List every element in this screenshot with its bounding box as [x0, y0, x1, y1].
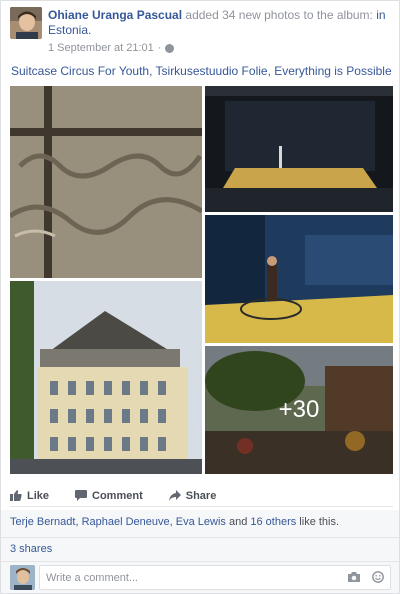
- post-header: Ohiane Uranga Pascual added 34 new photo…: [10, 7, 392, 54]
- comment-icon: [75, 490, 88, 501]
- photo-theatre-building[interactable]: [10, 281, 202, 474]
- smiley-icon[interactable]: [372, 571, 384, 583]
- share-button[interactable]: Share: [168, 489, 217, 502]
- post-meta: 1 September at 21:01 ·: [48, 42, 175, 54]
- comment-composer: [1, 562, 399, 593]
- post-card: Ohiane Uranga Pascual added 34 new photo…: [0, 0, 400, 594]
- camera-icon[interactable]: [348, 572, 360, 582]
- timestamp[interactable]: 1 September at 21:01: [48, 42, 154, 54]
- photo-grid: +30: [10, 86, 393, 474]
- liker-name[interactable]: Eva Lewis: [176, 516, 226, 528]
- globe-icon[interactable]: [165, 43, 175, 53]
- share-label: Share: [185, 489, 217, 502]
- author-name[interactable]: Ohiane Uranga Pascual: [48, 8, 182, 22]
- liker-name[interactable]: Raphael Deneuve: [82, 516, 170, 528]
- liker-name[interactable]: Terje Bernadt: [10, 516, 75, 528]
- comment-input[interactable]: [39, 565, 391, 590]
- like-label: Like: [27, 489, 50, 502]
- likes-suffix: like this.: [296, 516, 340, 528]
- viewer-avatar: [10, 565, 35, 590]
- meta-separator: ·: [157, 42, 162, 54]
- photo-engraved-text[interactable]: [10, 86, 202, 278]
- author-avatar[interactable]: [10, 7, 42, 39]
- thumbs-up-icon: [10, 490, 22, 501]
- more-photos-overlay[interactable]: +30: [205, 346, 393, 474]
- post-headline: Ohiane Uranga Pascual added 34 new photo…: [48, 8, 392, 38]
- album-link[interactable]: in: [376, 8, 385, 22]
- action-bar: Like Comment Share: [10, 485, 393, 507]
- more-photos-count: +30: [278, 396, 320, 423]
- comment-label: Comment: [92, 489, 143, 502]
- photo-courtyard[interactable]: +30: [205, 346, 393, 474]
- share-arrow-icon: [168, 490, 181, 501]
- like-button[interactable]: Like: [10, 490, 49, 502]
- likes-and: and: [225, 516, 251, 528]
- comment-button[interactable]: Comment: [75, 490, 143, 502]
- likes-others-link[interactable]: 16 others: [250, 516, 296, 528]
- post-caption: Suitcase Circus For Youth, Tsirkusestuud…: [11, 64, 392, 78]
- likes-summary: Terje Bernadt, Raphael Deneuve, Eva Lewi…: [1, 510, 399, 538]
- action-text: added 34 new photos to the album:: [182, 8, 377, 22]
- photo-stage-performer[interactable]: [205, 215, 393, 343]
- shares-count[interactable]: 3 shares: [1, 538, 399, 562]
- photo-stage-wide[interactable]: [205, 86, 393, 212]
- location-link[interactable]: Estonia.: [48, 23, 91, 37]
